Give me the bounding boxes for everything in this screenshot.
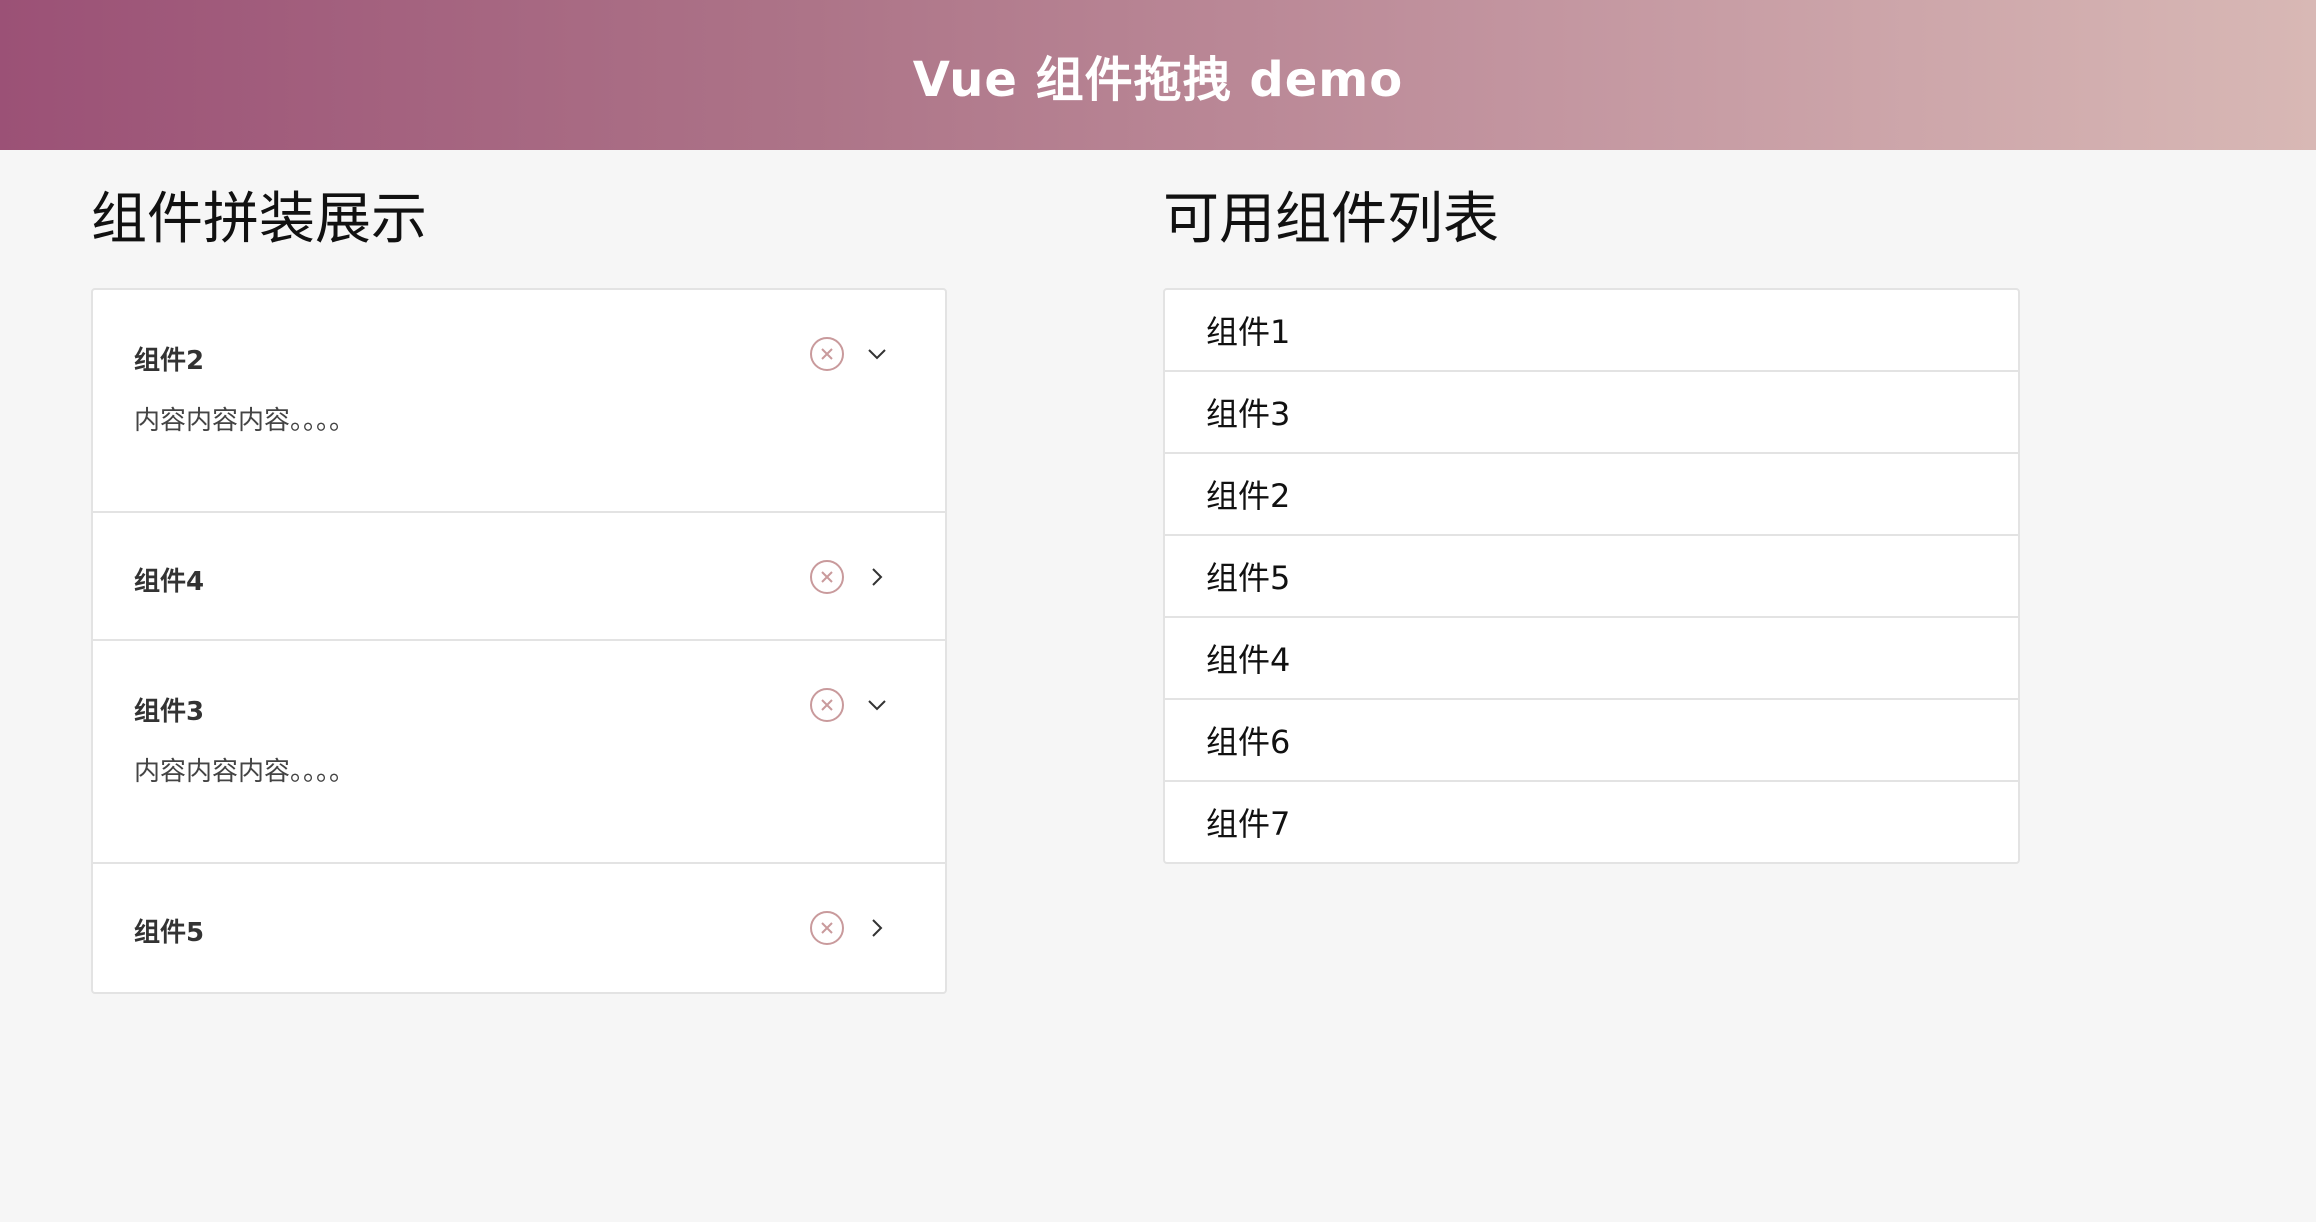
list-item[interactable]: 组件4	[1165, 618, 2018, 700]
assembly-card[interactable]: 组件2 内容内容内容。。。。	[93, 290, 945, 513]
assembly-card[interactable]: 组件3 内容内容内容。。。。	[93, 641, 945, 864]
chevron-down-icon[interactable]	[859, 687, 895, 723]
close-circle-icon[interactable]	[809, 559, 845, 595]
card-name: 组件5	[134, 918, 205, 948]
chevron-down-icon[interactable]	[859, 336, 895, 372]
card-name: 组件2	[134, 346, 205, 376]
close-circle-icon[interactable]	[809, 910, 845, 946]
list-item[interactable]: 组件3	[1165, 372, 2018, 454]
chevron-right-icon[interactable]	[859, 559, 895, 595]
card-name: 组件3	[134, 697, 205, 727]
app-title: Vue 组件拖拽 demo	[912, 52, 1404, 108]
list-item[interactable]: 组件7	[1165, 782, 2018, 862]
assembly-panel: 组件2 内容内容内容。。。。 组件4 组件3 内容内容内容。。。。 组件5	[91, 288, 947, 994]
available-title: 可用组件列表	[1163, 187, 1499, 252]
list-item[interactable]: 组件6	[1165, 700, 2018, 782]
close-circle-icon[interactable]	[809, 336, 845, 372]
card-name: 组件4	[134, 567, 205, 597]
close-circle-icon[interactable]	[809, 687, 845, 723]
assembly-card[interactable]: 组件5	[93, 864, 945, 992]
list-item[interactable]: 组件2	[1165, 454, 2018, 536]
list-item[interactable]: 组件1	[1165, 290, 2018, 372]
list-item[interactable]: 组件5	[1165, 536, 2018, 618]
assembly-card[interactable]: 组件4	[93, 513, 945, 641]
card-content: 内容内容内容。。。。	[134, 406, 356, 436]
available-list: 组件1 组件3 组件2 组件5 组件4 组件6 组件7	[1163, 288, 2020, 864]
assembly-title: 组件拼装展示	[91, 187, 427, 252]
app-header: Vue 组件拖拽 demo	[0, 0, 2316, 150]
card-content: 内容内容内容。。。。	[134, 757, 356, 787]
chevron-right-icon[interactable]	[859, 910, 895, 946]
